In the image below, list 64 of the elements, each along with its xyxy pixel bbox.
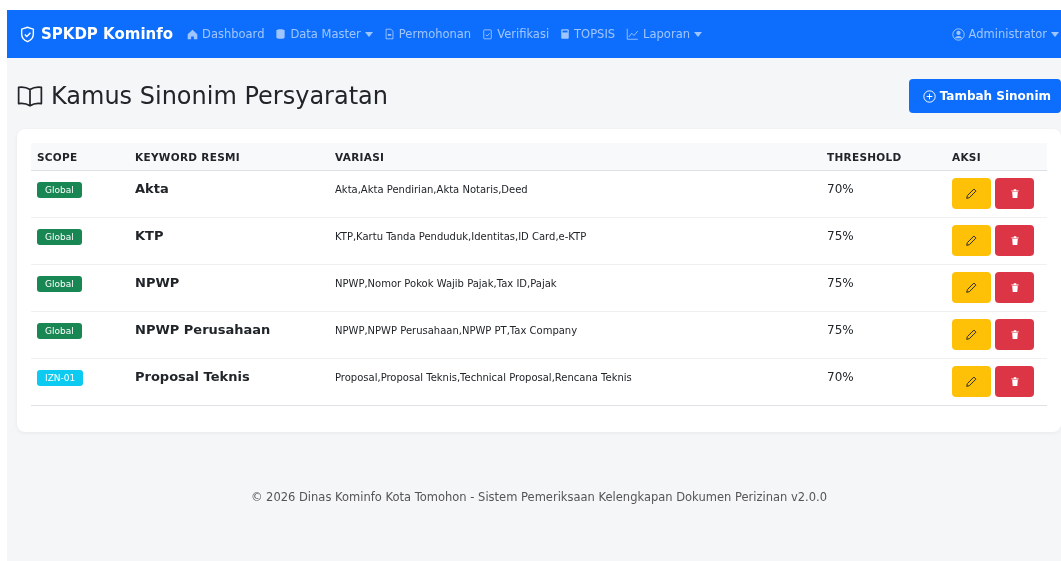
- keyword-cell: Proposal Teknis: [135, 369, 250, 384]
- trash-icon: [1009, 188, 1020, 199]
- nav-link[interactable]: Verifikasi: [482, 27, 550, 41]
- variations-cell: Akta,Akta Pendirian,Akta Notaris,Deed: [335, 184, 528, 195]
- keyword-cell: NPWP: [135, 275, 180, 290]
- nav-link[interactable]: Permohonan: [383, 27, 472, 41]
- nav-link[interactable]: Data Master: [275, 27, 373, 41]
- threshold-cell: 75%: [827, 229, 854, 243]
- threshold-cell: 75%: [827, 323, 854, 337]
- pencil-icon: [966, 329, 977, 340]
- delete-button[interactable]: [995, 272, 1034, 303]
- scope-badge: IZN-01: [37, 370, 84, 386]
- scope-badge: Global: [37, 276, 82, 292]
- trash-icon: [1009, 329, 1020, 340]
- brand-link[interactable]: SPKDP Kominfo: [19, 25, 174, 43]
- nav-link[interactable]: TOPSIS: [560, 27, 616, 41]
- delete-button[interactable]: [995, 178, 1034, 209]
- delete-button[interactable]: [995, 225, 1034, 256]
- threshold-cell: 70%: [827, 370, 854, 384]
- variations-cell: KTP,Kartu Tanda Penduduk,Identitas,ID Card,e-KTP: [335, 231, 587, 242]
- keyword-cell: Akta: [135, 181, 169, 196]
- user-menu[interactable]: Administrator: [951, 27, 1061, 41]
- add-synonym-button[interactable]: Tambah Sinonim: [908, 79, 1061, 113]
- calculator-icon: [560, 28, 571, 40]
- footer-text: © 2026 Dinas Kominfo Kota Tomohon - Sistem Pemeriksaan Kelengkapan Dokumen Perizinan v2.0.0: [249, 490, 829, 504]
- trash-icon: [1009, 235, 1020, 246]
- delete-button[interactable]: [995, 366, 1034, 397]
- delete-button[interactable]: [995, 319, 1034, 350]
- variations-cell: NPWP,Nomor Pokok Wajib Pajak,Tax ID,Pajak: [335, 278, 557, 289]
- pencil-icon: [966, 282, 977, 293]
- scope-badge: Global: [37, 182, 82, 198]
- page-title: Kamus Sinonim Persyaratan: [51, 82, 388, 110]
- column-header: AKSI: [946, 143, 1047, 171]
- caret-icon: [364, 31, 373, 37]
- pencil-icon: [966, 235, 977, 246]
- database-icon: [275, 28, 287, 40]
- caret-icon: [1051, 31, 1059, 37]
- column-header: KEYWORD RESMI: [129, 143, 329, 171]
- trash-icon: [1009, 282, 1020, 293]
- file-icon: [383, 28, 395, 40]
- clipboard-icon: [482, 28, 494, 40]
- column-header: VARIASI: [329, 143, 821, 171]
- home-icon: [187, 28, 199, 40]
- caret-icon: [693, 31, 702, 37]
- shield-icon: [19, 25, 36, 43]
- line-chart-icon: [626, 28, 640, 40]
- pencil-icon: [966, 376, 977, 387]
- variations-cell: Proposal,Proposal Teknis,Technical Proposal,Rencana Teknis: [335, 372, 632, 383]
- scope-badge: Global: [37, 323, 82, 339]
- nav-link[interactable]: Laporan: [626, 27, 702, 41]
- book-icon: [17, 85, 43, 107]
- threshold-cell: 75%: [827, 276, 854, 290]
- scope-badge: Global: [37, 229, 82, 245]
- plus-circle-icon: [922, 89, 936, 103]
- pencil-icon: [966, 188, 977, 199]
- threshold-cell: 70%: [827, 182, 854, 196]
- variations-cell: NPWP,NPWP Perusahaan,NPWP PT,Tax Company: [335, 325, 578, 336]
- column-header: SCOPE: [31, 143, 129, 171]
- keyword-cell: KTP: [135, 228, 164, 243]
- keyword-cell: NPWP Perusahaan: [135, 322, 271, 337]
- nav-link[interactable]: Dashboard: [187, 27, 265, 41]
- trash-icon: [1009, 376, 1020, 387]
- user-circle-icon: [951, 27, 965, 41]
- column-header: THRESHOLD: [821, 143, 946, 171]
